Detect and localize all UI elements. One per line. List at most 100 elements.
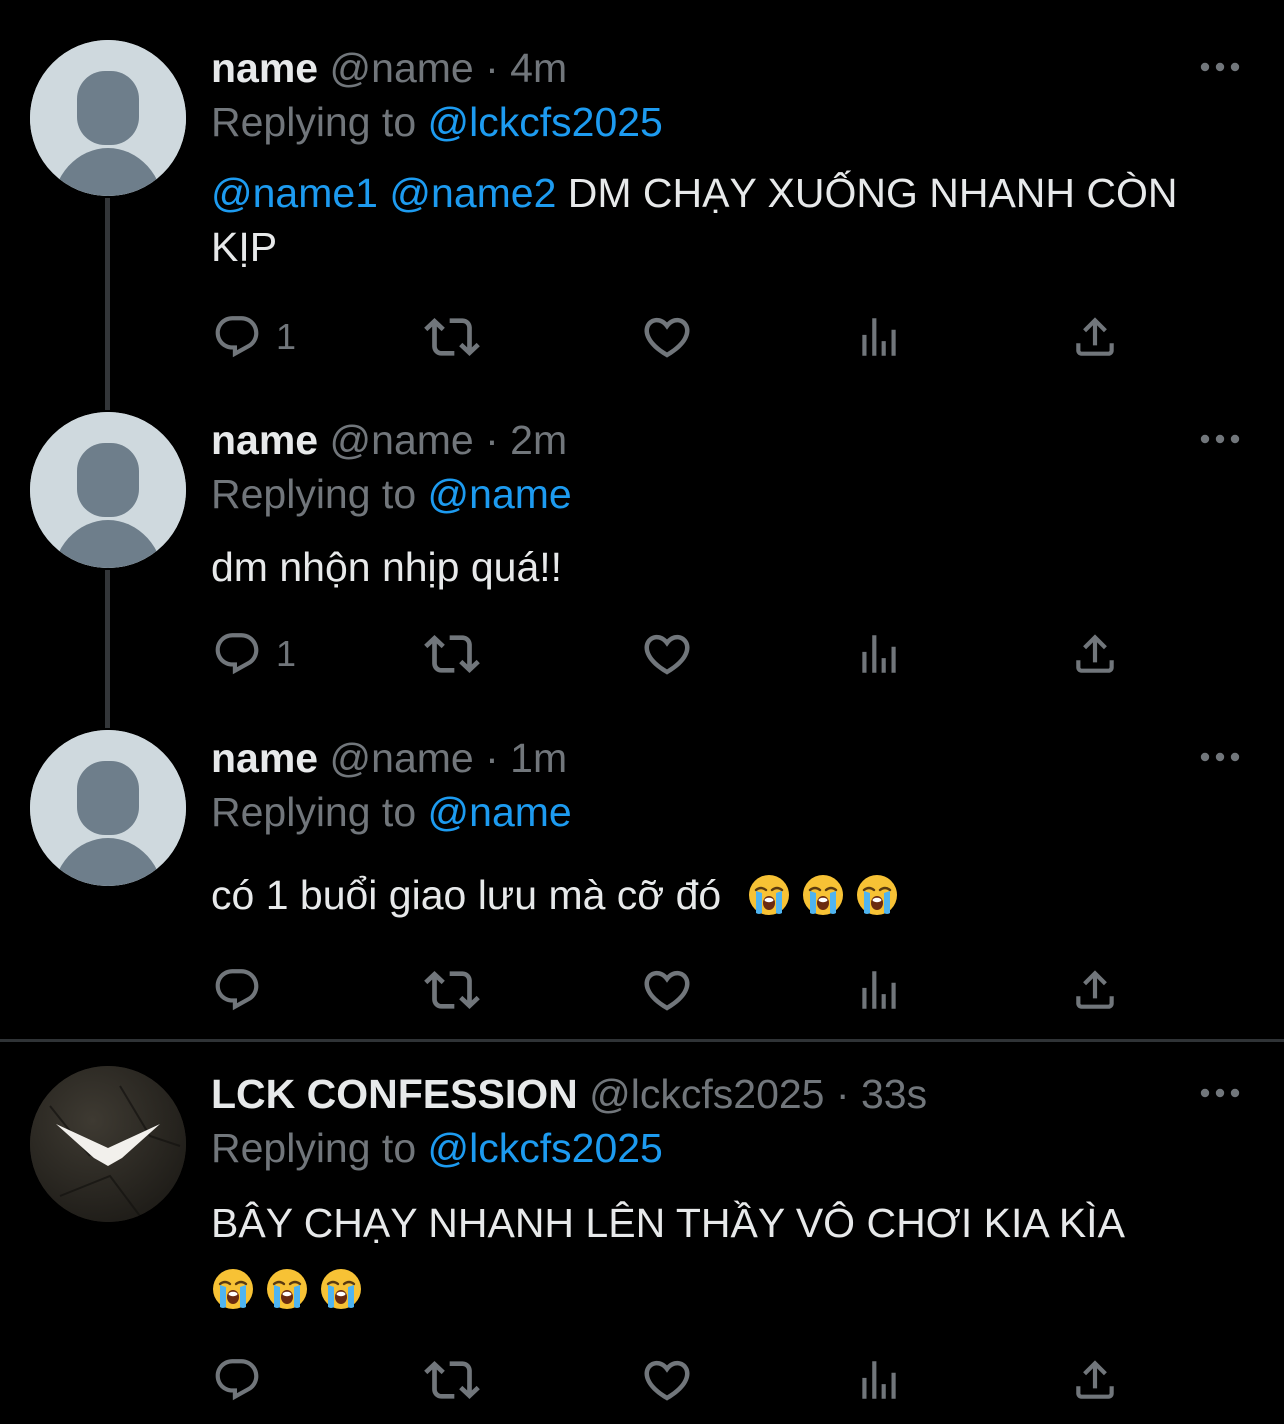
retweet-icon (424, 626, 480, 682)
share-button[interactable] (1070, 1355, 1120, 1405)
display-name[interactable]: LCK CONFESSION (211, 1071, 578, 1117)
wing-logo-icon (30, 1066, 186, 1222)
replying-to-link[interactable]: @lckcfs2025 (428, 99, 663, 145)
tweet[interactable]: name @name · 2m Replying to @name dm nhộ… (0, 400, 1284, 720)
tweet-text-content: dm nhộn nhịp quá!! (211, 544, 563, 590)
timestamp[interactable]: 2m (510, 417, 567, 463)
action-bar (212, 965, 1132, 1015)
retweet-button[interactable] (424, 312, 480, 362)
heart-icon (640, 963, 694, 1017)
action-bar: 1 (212, 312, 1132, 362)
replying-label: Replying to (211, 99, 417, 145)
tweet-text: @name1 @name2 DM CHẠY XUỐNG NHANH CÒN KỊ… (211, 166, 1221, 274)
views-icon (854, 1355, 904, 1405)
tweet[interactable]: LCK CONFESSION @lckcfs2025 · 33s Replyin… (0, 1042, 1284, 1424)
retweet-button[interactable] (424, 629, 480, 679)
tweet[interactable]: name @name · 1m Replying to @name có 1 b… (0, 720, 1284, 1038)
retweet-icon (424, 309, 480, 365)
retweet-button[interactable] (424, 965, 480, 1015)
reply-button[interactable]: 1 (212, 629, 296, 679)
separator: · (835, 1071, 850, 1117)
views-icon (854, 312, 904, 362)
like-button[interactable] (640, 629, 694, 679)
loudly-crying-face-emoji (211, 1267, 255, 1311)
views-button[interactable] (854, 965, 904, 1015)
display-name[interactable]: name (211, 45, 318, 91)
separator: · (485, 417, 499, 463)
views-button[interactable] (854, 1355, 904, 1405)
tweet-text-content: BÂY CHẠY NHANH LÊN THẦY VÔ CHƠI KIA KÌA (211, 1200, 1125, 1246)
tweet-text: có 1 buổi giao lưu mà cỡ đó (211, 868, 1221, 922)
views-button[interactable] (854, 629, 904, 679)
more-icon[interactable] (1198, 1083, 1242, 1103)
views-icon (854, 965, 904, 1015)
share-button[interactable] (1070, 312, 1120, 362)
handle[interactable]: @name (330, 735, 474, 781)
reply-button[interactable] (212, 1355, 276, 1405)
more-icon[interactable] (1198, 429, 1242, 449)
views-button[interactable] (854, 312, 904, 362)
replying-label: Replying to (211, 471, 417, 517)
tweet-text-content: có 1 buổi giao lưu mà cỡ đó (211, 872, 722, 918)
timestamp[interactable]: 33s (861, 1071, 927, 1117)
avatar[interactable] (30, 1066, 186, 1222)
timestamp[interactable]: 1m (510, 735, 567, 781)
replying-to-link[interactable]: @name (428, 471, 572, 517)
share-icon (1070, 965, 1120, 1015)
avatar[interactable] (30, 40, 186, 196)
like-button[interactable] (640, 1355, 694, 1405)
tweet-header: name @name · 4m (211, 42, 567, 94)
replying-to-link[interactable]: @lckcfs2025 (428, 1125, 663, 1171)
action-bar (212, 1355, 1132, 1405)
reply-icon (212, 965, 262, 1015)
reply-button[interactable]: 1 (212, 312, 296, 362)
more-icon[interactable] (1198, 57, 1242, 77)
avatar[interactable] (30, 412, 186, 568)
handle[interactable]: @lckcfs2025 (589, 1071, 824, 1117)
reply-icon (212, 312, 262, 362)
replying-to: Replying to @name (211, 786, 572, 838)
loudly-crying-face-emoji (801, 873, 845, 917)
reply-button[interactable] (212, 965, 276, 1015)
retweet-icon (424, 1352, 480, 1408)
timestamp[interactable]: 4m (510, 45, 567, 91)
reply-count: 1 (276, 633, 297, 674)
replying-to: Replying to @name (211, 468, 572, 520)
like-button[interactable] (640, 312, 694, 362)
handle[interactable]: @name (330, 45, 474, 91)
mention-link[interactable]: @name2 (389, 170, 556, 216)
share-button[interactable] (1070, 965, 1120, 1015)
loudly-crying-face-emoji (747, 873, 791, 917)
handle[interactable]: @name (330, 417, 474, 463)
replying-to: Replying to @lckcfs2025 (211, 1122, 663, 1174)
separator: · (485, 735, 499, 781)
tweet-text: dm nhộn nhịp quá!! (211, 540, 1221, 594)
tweet-text: BÂY CHẠY NHANH LÊN THẦY VÔ CHƠI KIA KÌA (211, 1190, 1241, 1322)
replying-label: Replying to (211, 1125, 417, 1171)
tweet-header: name @name · 2m (211, 414, 567, 466)
loudly-crying-face-emoji (319, 1267, 363, 1311)
share-icon (1070, 629, 1120, 679)
loudly-crying-face-emoji (265, 1267, 309, 1311)
replying-to-link[interactable]: @name (428, 789, 572, 835)
tweet[interactable]: name @name · 4m Replying to @lckcfs2025 … (0, 0, 1284, 400)
reply-icon (212, 1355, 262, 1405)
tweet-header: LCK CONFESSION @lckcfs2025 · 33s (211, 1068, 927, 1120)
display-name[interactable]: name (211, 417, 318, 463)
reply-count: 1 (276, 316, 297, 357)
like-button[interactable] (640, 965, 694, 1015)
heart-icon (640, 310, 694, 364)
views-icon (854, 629, 904, 679)
more-icon[interactable] (1198, 747, 1242, 767)
share-button[interactable] (1070, 629, 1120, 679)
heart-icon (640, 627, 694, 681)
retweet-icon (424, 962, 480, 1018)
reply-icon (212, 629, 262, 679)
share-icon (1070, 1355, 1120, 1405)
loudly-crying-face-emoji (855, 873, 899, 917)
retweet-button[interactable] (424, 1355, 480, 1405)
avatar[interactable] (30, 730, 186, 886)
mention-link[interactable]: @name1 (211, 170, 378, 216)
replying-to: Replying to @lckcfs2025 (211, 96, 663, 148)
display-name[interactable]: name (211, 735, 318, 781)
